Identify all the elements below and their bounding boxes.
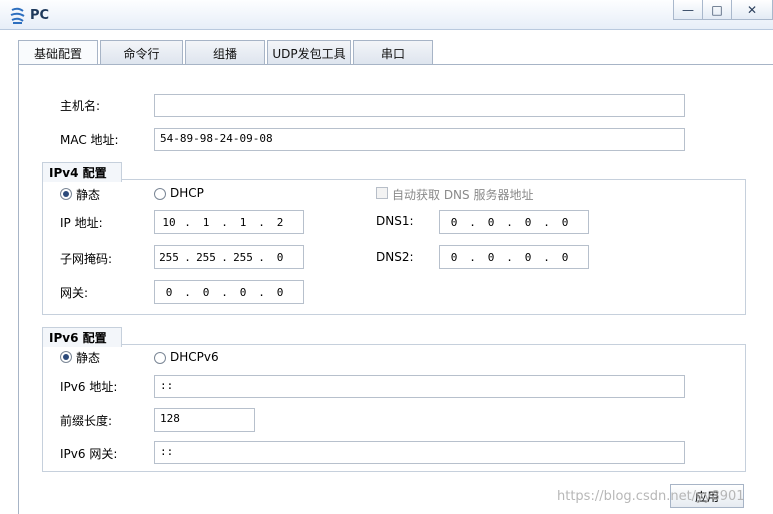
minimize-icon: — xyxy=(682,2,694,17)
ipv4-static-radio[interactable] xyxy=(60,188,72,200)
mac-address-field[interactable]: 54-89-98-24-09-08 xyxy=(154,128,685,151)
ip-octet: 0 xyxy=(450,250,458,264)
ip-octet: 0 xyxy=(450,215,458,229)
dns1-label: DNS1: xyxy=(376,214,414,228)
ip-octet: 0 xyxy=(487,250,495,264)
tab-multicast[interactable]: 组播 xyxy=(185,40,265,65)
ip-octet: 0 xyxy=(561,250,569,264)
ip-octet: 255 xyxy=(196,250,216,264)
ip-octet: 255 xyxy=(159,250,179,264)
ip-octet: 0 xyxy=(165,285,173,299)
ipv6-dhcp-label: DHCPv6 xyxy=(170,350,219,364)
ip-octet: 0 xyxy=(276,250,284,264)
dns2-label: DNS2: xyxy=(376,250,414,264)
ipv6-dhcp-radio[interactable] xyxy=(154,352,166,364)
auto-dns-label: 自动获取 DNS 服务器地址 xyxy=(392,188,534,202)
ip-octet: 0 xyxy=(276,285,284,299)
ip-octet: 0 xyxy=(202,285,210,299)
maximize-button[interactable]: □ xyxy=(702,0,732,20)
minimize-button[interactable]: — xyxy=(673,0,703,20)
ip-octet: 0 xyxy=(239,285,247,299)
title-bar: PC — □ ✕ xyxy=(0,0,773,30)
watermark-text: https://blog.csdn.net/yy8901 xyxy=(557,489,745,504)
close-icon: ✕ xyxy=(746,2,758,17)
ip-octet: 0 xyxy=(524,215,532,229)
ipv6-section-title: IPv6 配置 xyxy=(42,327,122,347)
ipv6-address-input[interactable]: :: xyxy=(154,375,685,398)
tab-basic-config[interactable]: 基础配置 xyxy=(18,40,98,65)
ipv4-static-label: 静态 xyxy=(76,188,101,202)
tab-udp-tool[interactable]: UDP发包工具 xyxy=(267,40,351,65)
dns1-input[interactable]: 0. 0. 0. 0 xyxy=(439,210,589,234)
ip-octet: 1 xyxy=(202,215,210,229)
ip-octet: 0 xyxy=(524,250,532,264)
ipv4-dhcp-label: DHCP xyxy=(170,186,204,200)
ip-octet: 255 xyxy=(233,250,253,264)
ip-address-input[interactable]: 10. 1. 1. 2 xyxy=(154,210,304,234)
window-title: PC xyxy=(30,8,50,23)
subnet-mask-input[interactable]: 255. 255. 255. 0 xyxy=(154,245,304,269)
tab-serial-port[interactable]: 串口 xyxy=(353,40,433,65)
ip-address-label: IP 地址: xyxy=(60,216,103,230)
mac-label: MAC 地址: xyxy=(60,133,119,147)
gateway-label: 网关: xyxy=(60,286,89,300)
hostname-label: 主机名: xyxy=(60,99,101,113)
network-pc-icon xyxy=(10,7,25,24)
prefix-length-input[interactable]: 128 xyxy=(154,408,255,432)
prefix-length-label: 前缀长度: xyxy=(60,414,113,428)
ipv6-static-label: 静态 xyxy=(76,351,101,365)
tab-bar: 基础配置 命令行 组播 UDP发包工具 串口 xyxy=(18,40,435,65)
ip-octet: 0 xyxy=(561,215,569,229)
ipv4-section-title: IPv4 配置 xyxy=(42,162,122,182)
subnet-mask-label: 子网掩码: xyxy=(60,252,113,266)
close-button[interactable]: ✕ xyxy=(731,0,773,20)
ipv6-static-radio[interactable] xyxy=(60,351,72,363)
ip-octet: 1 xyxy=(239,215,247,229)
ip-octet: 0 xyxy=(487,215,495,229)
maximize-icon: □ xyxy=(711,2,723,17)
ipv6-address-label: IPv6 地址: xyxy=(60,380,118,394)
gateway-input[interactable]: 0. 0. 0. 0 xyxy=(154,280,304,304)
tab-command-line[interactable]: 命令行 xyxy=(100,40,183,65)
dns2-input[interactable]: 0. 0. 0. 0 xyxy=(439,245,589,269)
auto-dns-checkbox[interactable] xyxy=(376,187,388,199)
ipv6-gateway-label: IPv6 网关: xyxy=(60,447,118,461)
ip-octet: 2 xyxy=(276,215,284,229)
ipv4-dhcp-radio[interactable] xyxy=(154,188,166,200)
ip-octet: 10 xyxy=(162,215,176,229)
ipv6-gateway-input[interactable]: :: xyxy=(154,441,685,464)
hostname-input[interactable] xyxy=(154,94,685,117)
